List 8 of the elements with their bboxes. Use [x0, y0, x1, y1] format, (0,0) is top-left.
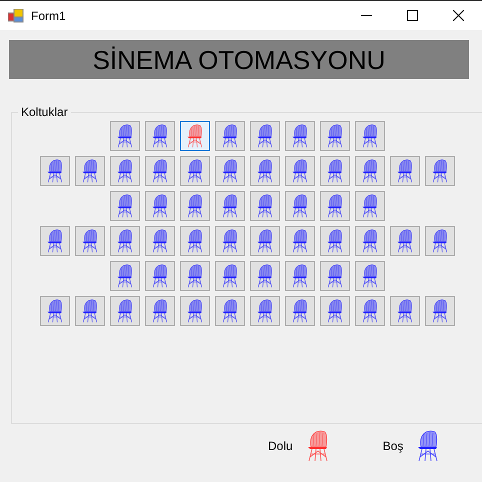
close-icon[interactable]: [453, 10, 464, 21]
legend-label: Boş: [382, 439, 404, 453]
window-title: Form1: [31, 8, 66, 22]
banner-title: SİNEMA OTOMASYONU: [9, 40, 469, 79]
legend-label: Dolu: [268, 439, 293, 453]
maximize-icon[interactable]: [407, 10, 418, 21]
app-icon: [8, 8, 24, 22]
group-label: Koltuklar: [18, 105, 71, 119]
